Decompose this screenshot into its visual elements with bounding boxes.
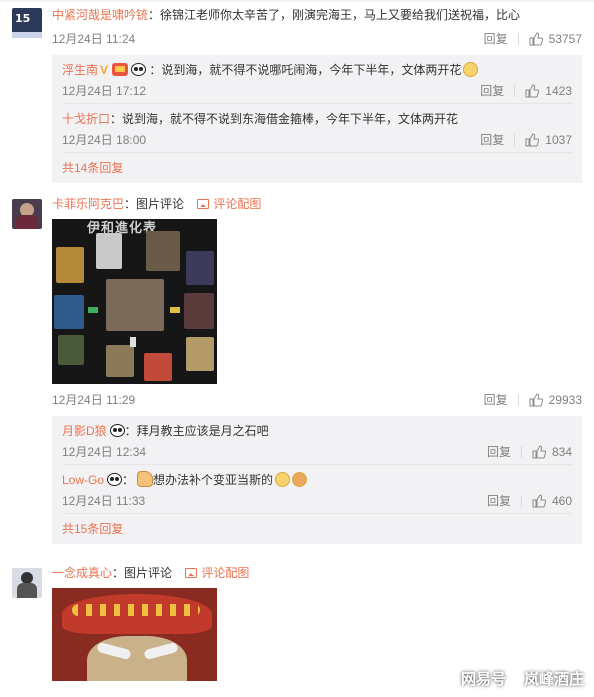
comment-image-link-label: 评论配图: [201, 566, 250, 580]
reply-time: 12月24日 12:34: [62, 445, 147, 459]
reply-text: ：说到海，就不得不说哪吒闹海，今年下半年，文体两开花: [149, 63, 462, 77]
avatar[interactable]: [12, 199, 42, 229]
comment-image-link[interactable]: 评论配图: [197, 197, 261, 211]
reply-text: 想办法补个变亚当斯的: [153, 473, 274, 487]
like-icon[interactable]: [525, 133, 540, 147]
comment-time: 12月24日 11:29: [52, 393, 136, 407]
reply-time: 12月24日 18:00: [62, 133, 147, 147]
panda-icon: [131, 63, 147, 76]
divider: [517, 394, 519, 406]
comment-image[interactable]: 伊和進化表: [52, 219, 217, 384]
like-count: 460: [551, 494, 572, 508]
panda-icon: [107, 473, 123, 486]
panda-icon: [109, 424, 125, 437]
more-replies-link[interactable]: 共14条回复: [62, 153, 572, 183]
image-figure: [106, 345, 134, 377]
image-figure: [186, 251, 214, 285]
reply-button[interactable]: 回复: [487, 440, 511, 464]
verified-badge: V: [100, 63, 109, 77]
reply-button[interactable]: 回复: [480, 128, 504, 152]
reply-username[interactable]: Low-Go: [62, 473, 104, 487]
cat-emoji-icon: [292, 472, 308, 487]
watermark-author: 岚峰酒庄: [523, 671, 584, 688]
reply-item: 十戈折口：说到海，就不得不说到东海借金箍棒，今年下半年，文体两开花 12月24日…: [62, 104, 572, 153]
comment-text: ：图片评论: [112, 566, 173, 580]
smile-emoji-icon: [463, 62, 479, 77]
reply-time: 12月24日 17:12: [62, 84, 147, 98]
reply-username[interactable]: 十戈折口: [62, 112, 110, 126]
image-icon: [197, 199, 210, 209]
like-icon[interactable]: [532, 494, 546, 508]
like-icon[interactable]: [532, 445, 546, 459]
reply-item: Low-Go：想办法补个变亚当斯的 12月24日 11:33 回复 460: [62, 465, 572, 514]
image-figure: [58, 335, 84, 365]
like-count: 53757: [548, 32, 582, 46]
divider: [520, 495, 522, 507]
more-replies-link[interactable]: 共15条回复: [62, 514, 572, 544]
reply-button[interactable]: 回复: [484, 390, 508, 410]
like-count: 1423: [545, 84, 572, 98]
like-count: 29933: [548, 393, 582, 407]
reply-item: 浮生南 V ：说到海，就不得不说哪吒闹海，今年下半年，文体两开花 12月24日 1…: [62, 55, 572, 104]
like-count: 1037: [545, 133, 572, 147]
image-figure: [184, 293, 214, 329]
arrow-icon: [88, 307, 98, 313]
comment-image-link[interactable]: 评论配图: [185, 566, 249, 580]
watermark: 网易号 岚峰酒庄: [461, 668, 584, 689]
divider: [514, 85, 516, 97]
comment-username[interactable]: 卡菲乐阿克巴: [52, 197, 124, 211]
reply-username[interactable]: 月影D狼: [62, 424, 107, 438]
image-figure: [144, 353, 172, 381]
avatar[interactable]: 15: [12, 8, 42, 38]
image-figure: [146, 231, 180, 271]
reply-list: 浮生南 V ：说到海，就不得不说哪吒闹海，今年下半年，文体两开花 12月24日 1…: [52, 55, 582, 183]
like-icon[interactable]: [529, 32, 543, 46]
image-figure: [56, 247, 84, 283]
comment-item: 卡菲乐阿克巴：图片评论 评论配图 伊和進化表 12月24日 11:29 回复 2…: [0, 195, 594, 544]
comment-text: ：徐锦江老师你太辛苦了，刚演完海王，马上又要给我们送祝福，比心: [148, 8, 521, 22]
reply-button[interactable]: 回复: [484, 29, 508, 49]
image-hat-dots: [72, 604, 200, 616]
reply-list: 月影D狼 ：拜月教主应该是月之石吧 12月24日 12:34 回复 834 Low…: [52, 416, 582, 544]
thumbs-up-emoji-icon: [137, 471, 154, 487]
divider: [514, 134, 516, 146]
divider: [513, 672, 516, 686]
arrow-icon: [170, 307, 180, 313]
image-figure: [106, 279, 164, 331]
arrow-icon: [130, 337, 136, 347]
comment-image[interactable]: [52, 588, 217, 681]
divider: [517, 33, 519, 45]
like-count: 834: [551, 445, 572, 459]
crown-icon: [112, 63, 129, 76]
reply-button[interactable]: 回复: [487, 489, 511, 513]
divider: [520, 446, 522, 458]
comment-item: 15 中紧河哉是啸吟铳：徐锦江老师你太辛苦了，刚演完海王，马上又要给我们送祝福，…: [0, 2, 594, 183]
like-icon[interactable]: [529, 393, 543, 407]
comment-username[interactable]: 一念成真心: [52, 566, 112, 580]
like-icon[interactable]: [525, 84, 540, 98]
watermark-source: 网易号: [460, 671, 506, 688]
comment-image-link-label: 评论配图: [213, 197, 262, 211]
image-icon: [185, 568, 198, 578]
avatar[interactable]: [12, 568, 42, 598]
reply-item: 月影D狼 ：拜月教主应该是月之石吧 12月24日 12:34 回复 834: [62, 416, 572, 465]
comment-item: 一念成真心：图片评论 评论配图: [0, 564, 594, 681]
image-figure: [96, 233, 122, 269]
reply-text: ：拜月教主应该是月之石吧: [124, 424, 269, 438]
reply-text: ：说到海，就不得不说到东海借金箍棒，今年下半年，文体两开花: [110, 112, 459, 126]
reply-username[interactable]: 浮生南: [62, 63, 98, 77]
comment-username[interactable]: 中紧河哉是啸吟铳: [52, 8, 148, 22]
comment-time: 12月24日 11:24: [52, 32, 136, 46]
image-figure: [54, 295, 84, 329]
reply-time: 12月24日 11:33: [62, 494, 146, 508]
comment-text: ：图片评论: [124, 197, 185, 211]
reply-button[interactable]: 回复: [480, 79, 504, 103]
image-figure: [186, 337, 214, 371]
smile-emoji-icon: [275, 472, 291, 487]
